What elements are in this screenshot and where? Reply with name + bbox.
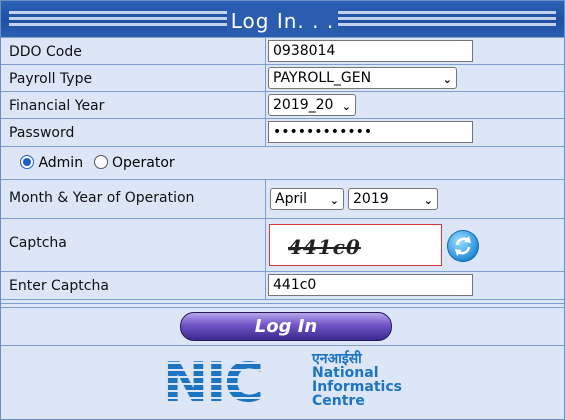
chevron-down-icon: ⌄ — [423, 194, 433, 207]
payroll-type-select[interactable]: PAYROLL_GEN ⌄ — [268, 67, 457, 89]
nic-logo-line1: National — [312, 365, 379, 381]
financial-year-value: 2019_20 — [273, 97, 334, 113]
column-divider — [265, 272, 266, 299]
password-label: Password — [9, 125, 75, 141]
column-divider — [265, 119, 266, 146]
financial-year-row: Financial Year 2019_20 ⌄ — [1, 91, 564, 118]
admin-radio-label: Admin — [38, 155, 84, 171]
enter-captcha-label: Enter Captcha — [9, 278, 109, 294]
captcha-row: Captcha 441c0 — [1, 218, 564, 271]
admin-radio[interactable] — [20, 155, 34, 169]
nic-logo-line2: Informatics — [312, 379, 402, 395]
year-select[interactable]: 2019 ⌄ — [348, 188, 438, 210]
month-year-row: Month & Year of Operation April ⌄ 2019 ⌄ — [1, 179, 564, 218]
operator-radio[interactable] — [93, 155, 108, 169]
nic-logo-letters: NIC — [163, 355, 309, 411]
captcha-label: Captcha — [9, 235, 67, 251]
chevron-down-icon: ⌄ — [329, 194, 339, 207]
month-value: April — [275, 191, 307, 207]
financial-year-select[interactable]: 2019_20 ⌄ — [268, 94, 356, 116]
column-divider — [265, 92, 266, 118]
column-divider — [265, 65, 266, 91]
ddo-code-label: DDO Code — [9, 44, 82, 60]
year-value: 2019 — [353, 191, 389, 207]
payroll-type-row: Payroll Type PAYROLL_GEN ⌄ — [1, 64, 564, 91]
role-radio-group: Admin Operator — [20, 155, 175, 171]
column-divider — [265, 180, 266, 218]
nic-logo-text: एनआईसी National Informatics Centre — [312, 352, 402, 408]
month-year-label: Month & Year of Operation — [9, 190, 195, 206]
ddo-code-row: DDO Code 0938014 — [1, 37, 564, 64]
chevron-down-icon: ⌄ — [341, 100, 351, 113]
operator-radio-label: Operator — [111, 155, 175, 171]
payroll-type-value: PAYROLL_GEN — [273, 70, 372, 86]
chevron-down-icon: ⌄ — [442, 73, 452, 86]
password-row: Password •••••••••••• — [1, 118, 564, 146]
section-divider — [1, 299, 564, 304]
column-divider — [265, 219, 266, 271]
column-divider — [265, 38, 266, 64]
login-header: Log In. . . — [1, 1, 564, 37]
refresh-captcha-icon[interactable] — [447, 230, 479, 262]
ddo-code-input[interactable]: 0938014 — [268, 40, 473, 62]
login-button[interactable]: Log In — [180, 312, 392, 341]
captcha-image-text: 441c0 — [288, 235, 361, 259]
page-title: Log In. . . — [1, 9, 564, 33]
refresh-icon — [455, 236, 471, 256]
financial-year-label: Financial Year — [9, 98, 105, 114]
enter-captcha-row: Enter Captcha 441c0 — [1, 271, 564, 299]
nic-logo: NIC एनआईसी National Informatics Centre — [163, 352, 409, 416]
month-select[interactable]: April ⌄ — [270, 188, 344, 210]
captcha-image: 441c0 — [269, 224, 442, 266]
payroll-type-label: Payroll Type — [9, 71, 93, 87]
enter-captcha-input[interactable]: 441c0 — [268, 274, 473, 296]
nic-logo-hindi: एनआईसी — [312, 351, 362, 367]
login-panel: Log In. . . DDO Code 0938014 Payroll Typ… — [0, 0, 565, 420]
role-row: Admin Operator — [1, 146, 564, 179]
password-input[interactable]: •••••••••••• — [268, 121, 473, 143]
nic-logo-line3: Centre — [312, 393, 365, 409]
